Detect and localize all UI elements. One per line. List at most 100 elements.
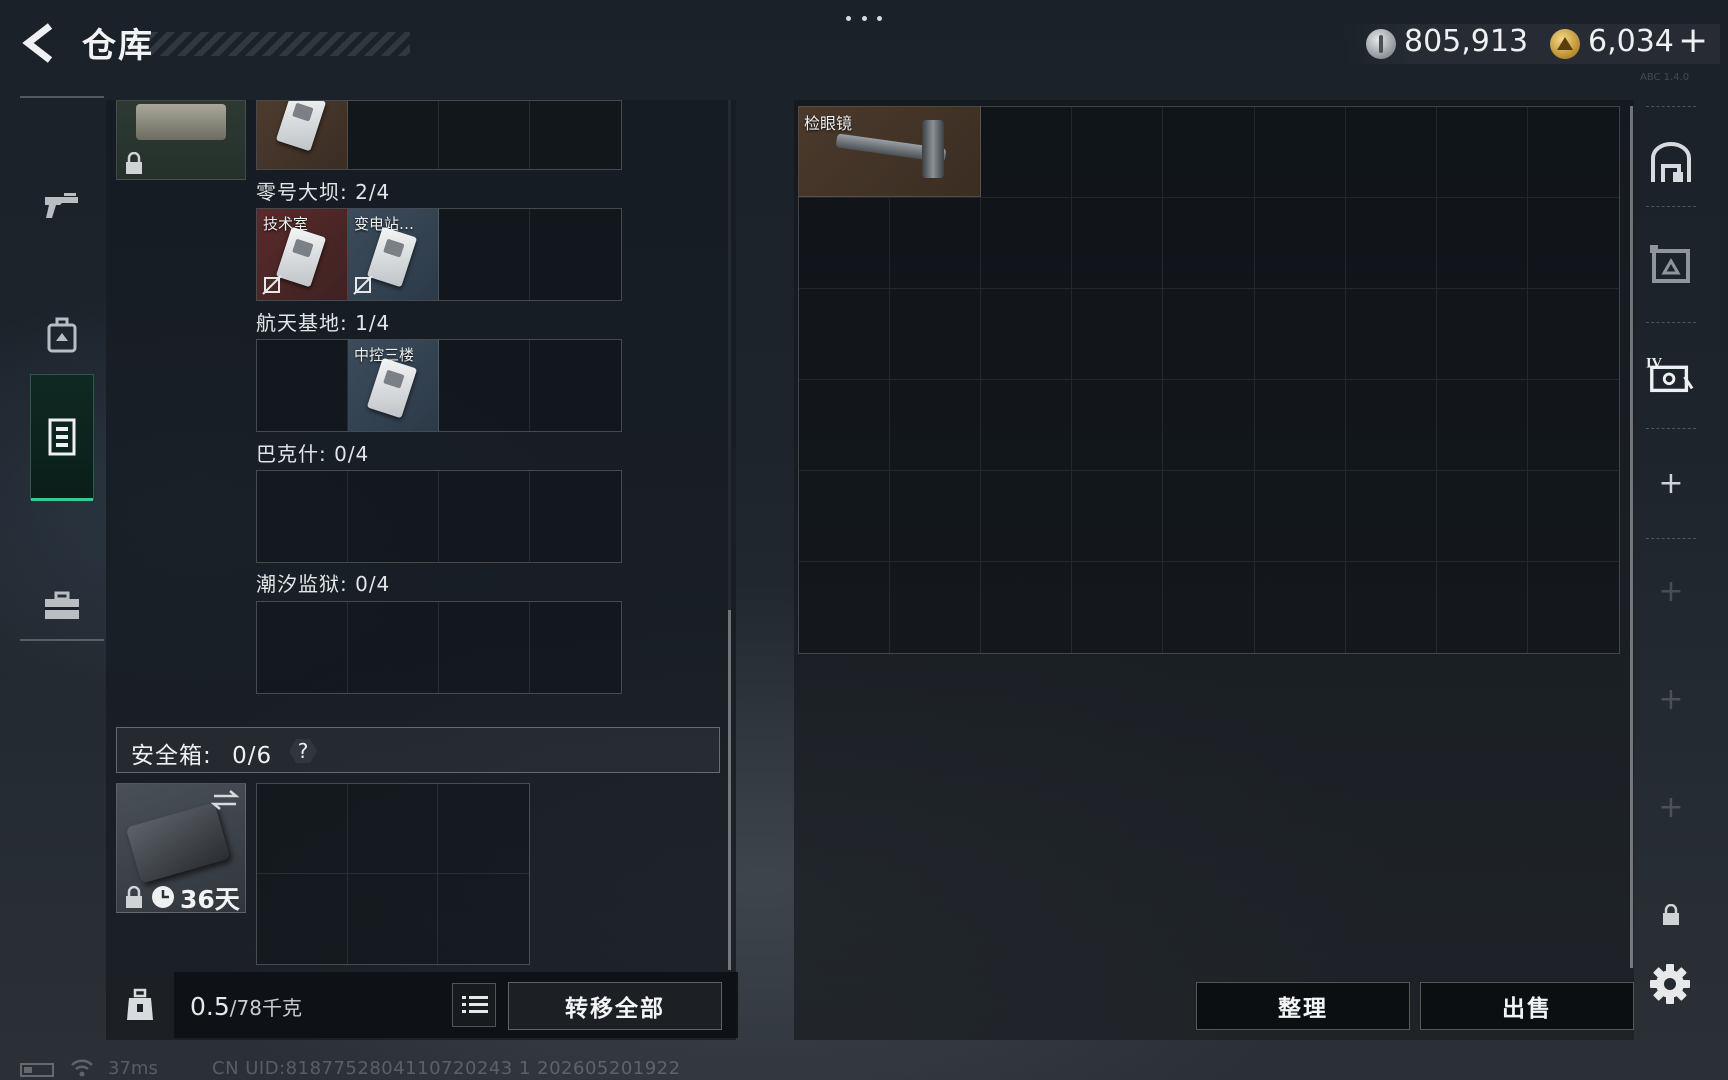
stash-slot[interactable]: [1072, 562, 1164, 653]
container-scroll-thumb[interactable]: [728, 610, 731, 970]
stash-slot[interactable]: [1346, 562, 1437, 653]
stash-page-4-button[interactable]: IV: [1646, 350, 1696, 400]
empty-slot[interactable]: [439, 471, 530, 562]
stash-slot[interactable]: [890, 380, 982, 471]
stash-slot[interactable]: [981, 562, 1073, 653]
stash-slot[interactable]: [1345, 198, 1437, 289]
keycard-slot[interactable]: 中控三楼: [348, 340, 439, 431]
empty-slot[interactable]: [348, 101, 439, 169]
stash-slot[interactable]: [799, 562, 891, 653]
organize-button[interactable]: 整理: [1196, 982, 1410, 1030]
empty-slot[interactable]: [347, 784, 439, 874]
stash-slot[interactable]: [981, 198, 1073, 289]
stash-slot[interactable]: [890, 562, 982, 653]
stash-slot[interactable]: [1528, 562, 1619, 653]
sell-button[interactable]: 出售: [1420, 982, 1634, 1030]
empty-slot[interactable]: [438, 784, 529, 874]
stash-slot[interactable]: [1163, 380, 1255, 471]
stash-slot[interactable]: [1527, 289, 1619, 380]
add-currency-button[interactable]: +: [1678, 20, 1708, 61]
stash-page-1-button[interactable]: [1646, 138, 1696, 188]
keycard-slot[interactable]: 技术室: [257, 209, 348, 300]
more-menu-icon[interactable]: [846, 10, 882, 26]
stash-slot[interactable]: [1163, 471, 1255, 562]
keycard-slot[interactable]: 变电站…: [348, 209, 439, 300]
stash-slot[interactable]: [1527, 380, 1619, 471]
empty-slot[interactable]: [257, 340, 348, 431]
stash-slot[interactable]: [1254, 471, 1346, 562]
stash-slot[interactable]: [1072, 107, 1164, 198]
empty-slot[interactable]: [439, 209, 530, 300]
empty-slot[interactable]: [439, 101, 530, 169]
stash-slot[interactable]: [1436, 289, 1528, 380]
empty-slot[interactable]: [438, 874, 529, 964]
empty-slot[interactable]: [530, 340, 621, 431]
stash-slot[interactable]: [1437, 562, 1528, 653]
swap-icon[interactable]: [210, 788, 240, 812]
plus-icon: +: [1658, 465, 1684, 501]
stash-slot[interactable]: [1255, 562, 1346, 653]
empty-slot[interactable]: [257, 874, 348, 964]
stash-scrollbar[interactable]: [1630, 106, 1633, 968]
stash-slot[interactable]: [799, 471, 891, 562]
empty-slot[interactable]: [257, 471, 348, 562]
empty-slot[interactable]: [530, 101, 621, 169]
settings-button[interactable]: [1648, 962, 1692, 1006]
stash-slot[interactable]: [799, 289, 891, 380]
stash-slot[interactable]: [1163, 289, 1255, 380]
stash-slot[interactable]: [890, 289, 982, 380]
stash-slot[interactable]: [1436, 380, 1528, 471]
keycard-slot[interactable]: [257, 101, 348, 169]
stash-slot[interactable]: [1345, 107, 1437, 198]
empty-slot[interactable]: [348, 471, 439, 562]
stash-slot[interactable]: [981, 380, 1073, 471]
stash-slot[interactable]: [1527, 198, 1619, 289]
stash-slot[interactable]: [799, 380, 891, 471]
nav-container-tab[interactable]: [30, 374, 94, 501]
lock-stash-button[interactable]: [1646, 890, 1696, 940]
stash-slot[interactable]: [1163, 562, 1255, 653]
lock-icon: [126, 886, 142, 908]
stash-slot[interactable]: [1254, 198, 1346, 289]
stash-slot[interactable]: [1072, 380, 1164, 471]
add-stash-page-button[interactable]: +: [1646, 458, 1696, 508]
stash-slot[interactable]: [1436, 471, 1528, 562]
stash-slot[interactable]: [1163, 107, 1255, 198]
empty-slot[interactable]: [257, 602, 348, 693]
list-view-button[interactable]: [452, 983, 496, 1027]
empty-slot[interactable]: [530, 471, 621, 562]
stash-slot[interactable]: [1254, 289, 1346, 380]
stash-slot[interactable]: [1527, 471, 1619, 562]
empty-slot[interactable]: [439, 340, 530, 431]
stash-slot[interactable]: [1254, 107, 1346, 198]
stash-slot[interactable]: [1527, 107, 1619, 198]
stash-slot[interactable]: [1345, 380, 1437, 471]
stash-slot[interactable]: [1072, 198, 1164, 289]
back-button[interactable]: [18, 20, 62, 66]
empty-slot[interactable]: [439, 602, 530, 693]
nav-weapons-tab[interactable]: [30, 144, 94, 268]
empty-slot[interactable]: [530, 602, 621, 693]
rail-divider: [1646, 106, 1696, 107]
empty-slot[interactable]: [530, 209, 621, 300]
stash-slot[interactable]: [799, 198, 891, 289]
empty-slot[interactable]: [348, 602, 439, 693]
stash-slot[interactable]: [1072, 289, 1164, 380]
stash-slot[interactable]: [1345, 289, 1437, 380]
empty-slot[interactable]: [348, 874, 439, 964]
stash-slot[interactable]: [1163, 198, 1255, 289]
stash-slot[interactable]: [981, 471, 1073, 562]
stash-page-2-button[interactable]: [1646, 240, 1696, 290]
stash-slot[interactable]: [981, 289, 1073, 380]
stash-slot[interactable]: [1254, 380, 1346, 471]
stash-slot[interactable]: [890, 198, 982, 289]
stash-slot[interactable]: [981, 107, 1073, 198]
stash-slot[interactable]: [1436, 198, 1528, 289]
stash-slot[interactable]: [1072, 471, 1164, 562]
transfer-all-button[interactable]: 转移全部: [508, 982, 722, 1030]
stash-slot[interactable]: [1436, 107, 1528, 198]
nav-toolbox-tab[interactable]: [30, 544, 94, 668]
stash-slot[interactable]: [890, 471, 982, 562]
empty-slot[interactable]: [257, 784, 348, 874]
stash-slot[interactable]: [1345, 471, 1437, 562]
